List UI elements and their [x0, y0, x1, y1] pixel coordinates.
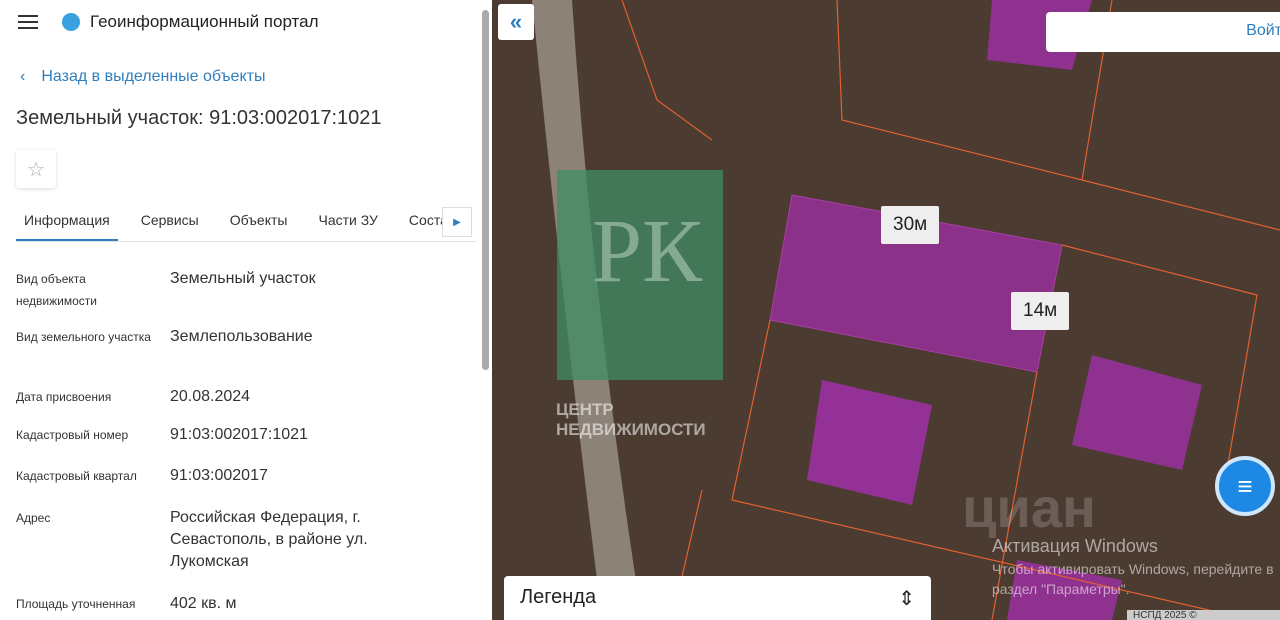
top-bar: Геоинформационный портал [0, 0, 480, 44]
tab-objects[interactable]: Объекты [222, 200, 296, 241]
dimension-label: 14м [1011, 292, 1070, 330]
tab-info[interactable]: Информация [16, 200, 118, 241]
field-row: Дата присвоения 20.08.2024 [16, 386, 476, 408]
field-row: Адрес Российская Федерация, г. Севастопол… [16, 507, 476, 573]
field-label: Вид земельного участка [16, 330, 151, 344]
field-row: Вид земельного участка Землепользование [16, 326, 476, 348]
watermark-text: ЦЕНТР НЕДВИЖИМОСТИ [556, 400, 706, 439]
windows-activation-text: Чтобы активировать Windows, перейдите в … [992, 561, 1274, 597]
field-row: Площадь уточненная 402 кв. м [16, 593, 476, 615]
field-row: Кадастровый квартал 91:03:002017 [16, 465, 476, 487]
tabs: Информация Сервисы Объекты Части ЗУ Сост… [16, 200, 476, 242]
tab-parts[interactable]: Части ЗУ [310, 200, 385, 241]
back-link[interactable]: ‹ Назад в выделенные объекты [20, 68, 265, 86]
field-label: Кадастровый квартал [16, 469, 137, 483]
login-button[interactable]: Войт [1046, 12, 1280, 52]
info-panel: Геоинформационный портал ‹ Назад в выделе… [0, 0, 492, 620]
page-title: Земельный участок: 91:03:002017:1021 [16, 107, 382, 129]
field-value: Российская Федерация, г. Севастополь, в … [170, 509, 368, 570]
field-value: Землепользование [170, 328, 313, 345]
field-label: Дата присвоения [16, 390, 112, 404]
watermark-logo: РК [592, 202, 703, 301]
panel-scrollbar[interactable] [482, 10, 489, 370]
favorite-star-icon[interactable]: ☆ [16, 150, 56, 188]
legend-toggle[interactable]: Легенда ⇕ [504, 576, 931, 620]
tab-services[interactable]: Сервисы [133, 200, 207, 241]
field-label: Вид объекта недвижимости [16, 272, 97, 308]
menu-icon[interactable] [18, 11, 38, 33]
field-row: Кадастровый номер 91:03:002017:1021 [16, 424, 476, 446]
cian-watermark: циан [962, 476, 1096, 539]
legend-label: Легенда [520, 586, 597, 608]
dimension-label: 30м [881, 206, 940, 244]
map-parcels [532, 0, 1280, 620]
app-title: Геоинформационный портал [90, 12, 319, 31]
field-label: Площадь уточненная [16, 597, 136, 611]
field-value: 91:03:002017 [170, 467, 268, 484]
field-value: 20.08.2024 [170, 388, 251, 405]
tabs-scroll-right-icon[interactable]: ▶ [442, 207, 472, 237]
map-view[interactable]: « Войт 30м 14м РК ЦЕНТР НЕДВИЖИМОСТИ циа… [492, 0, 1280, 620]
chat-icon[interactable]: ≡ [1215, 456, 1275, 516]
windows-activation-title: Активация Windows [992, 536, 1158, 556]
back-link-label: Назад в выделенные объекты [41, 68, 266, 85]
field-value: 402 кв. м [170, 595, 237, 612]
chevron-left-icon: ‹ [20, 68, 26, 85]
field-row: Вид объекта недвижимости Земельный участо… [16, 268, 476, 312]
field-label: Адрес [16, 511, 51, 525]
collapse-panel-icon[interactable]: « [498, 4, 534, 40]
field-value: Земельный участок [170, 270, 316, 287]
field-value: 91:03:002017:1021 [170, 426, 308, 443]
chevron-updown-icon: ⇕ [898, 588, 915, 610]
field-label: Кадастровый номер [16, 428, 129, 442]
copyright: НСПД 2025 © [1127, 610, 1280, 620]
portal-logo-icon [62, 13, 80, 31]
